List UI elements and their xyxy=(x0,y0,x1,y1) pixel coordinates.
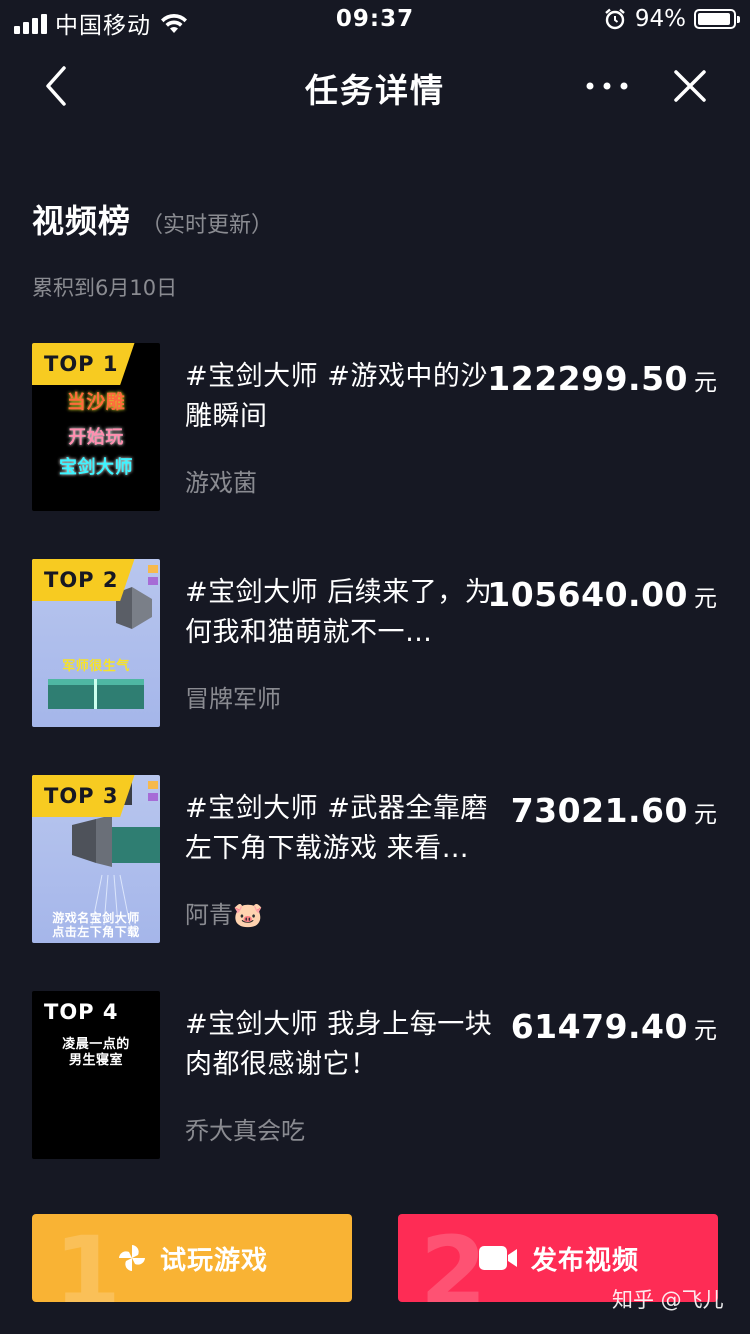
amount-unit: 元 xyxy=(694,802,717,828)
rank-badge: TOP 2 xyxy=(32,559,135,601)
video-thumbnail[interactable]: 游戏名宝剑大师 点击左下角下载 TOP 3 xyxy=(32,775,160,943)
nav-bar: 任务详情 xyxy=(0,44,750,128)
amount-value: 105640.00 xyxy=(487,575,688,614)
rank-badge: TOP 3 xyxy=(32,775,135,817)
page-title: 任务详情 xyxy=(305,71,445,110)
video-title: #宝剑大师 后续来了，为何我和猫萌就不一… xyxy=(185,577,493,648)
video-title: #宝剑大师 我身上每一块肉都很感谢它！ xyxy=(185,1009,493,1080)
earnings-amount: 73021.60 元 xyxy=(511,791,717,830)
video-thumbnail[interactable]: 军师很生气 TOP 2 xyxy=(32,559,160,727)
amount-unit: 元 xyxy=(694,586,717,612)
amount-value: 122299.50 xyxy=(487,359,688,398)
video-thumbnail[interactable]: 当沙雕 开始玩 宝剑大师 TOP 1 xyxy=(32,343,160,511)
amount-unit: 元 xyxy=(694,370,717,396)
status-right: 94% xyxy=(603,6,740,32)
thumb-caption: 宝剑大师 xyxy=(59,457,133,478)
section-header: 视频榜 （实时更新） xyxy=(32,196,273,242)
earnings-amount: 61479.40 元 xyxy=(511,1007,717,1046)
thumb-caption: 点击左下角下载 xyxy=(52,925,140,939)
post-video-label: 发布视频 xyxy=(530,1245,639,1276)
video-author: 乔大真会吃 xyxy=(185,1117,305,1145)
video-ranking-list: 当沙雕 开始玩 宝剑大师 TOP 1 #宝剑大师 #游戏中的沙雕瞬间 游戏菌 1… xyxy=(0,343,750,1207)
date-note: 累积到6月10日 xyxy=(32,276,178,300)
more-icon[interactable] xyxy=(582,68,632,104)
thumb-caption: 当沙雕 xyxy=(66,391,126,413)
rank-badge: TOP 1 xyxy=(32,343,135,385)
thumb-caption: 男生寝室 xyxy=(68,1053,123,1068)
video-camera-icon xyxy=(478,1246,517,1270)
video-author: 游戏菌 xyxy=(185,469,257,497)
try-game-button[interactable]: 1 试玩游戏 xyxy=(32,1214,352,1302)
rank-badge: TOP 4 xyxy=(44,1000,119,1024)
earnings-amount: 105640.00 元 xyxy=(487,575,717,614)
video-thumbnail[interactable]: 凌晨一点的 男生寝室 TOP 4 xyxy=(32,991,160,1159)
earnings-amount: 122299.50 元 xyxy=(487,359,717,398)
battery-icon xyxy=(694,9,740,29)
watermark-text: 知乎 @飞儿 xyxy=(612,1288,724,1312)
battery-fill xyxy=(698,13,730,25)
video-author: 阿青🐷 xyxy=(185,901,263,929)
video-author: 冒牌军师 xyxy=(185,685,281,713)
video-title: #宝剑大师 #武器全靠磨左下角下载游戏 来看… xyxy=(185,793,488,864)
close-icon[interactable] xyxy=(668,62,712,110)
amount-unit: 元 xyxy=(694,1018,717,1044)
battery-percent: 94% xyxy=(634,6,686,32)
list-item[interactable]: 凌晨一点的 男生寝室 TOP 4 #宝剑大师 我身上每一块肉都很感谢它！ 乔大真… xyxy=(0,991,750,1207)
alarm-icon xyxy=(605,8,625,30)
section-subtitle: （实时更新） xyxy=(141,213,274,238)
amount-value: 61479.40 xyxy=(510,1007,688,1046)
video-title: #宝剑大师 #游戏中的沙雕瞬间 xyxy=(185,361,488,432)
section-title: 视频榜 xyxy=(32,202,132,240)
status-bar: 中国移动 09:37 94% xyxy=(0,0,750,40)
list-item[interactable]: 游戏名宝剑大师 点击左下角下载 TOP 3 #宝剑大师 #武器全靠磨左下角下载游… xyxy=(0,775,750,991)
list-item[interactable]: 军师很生气 TOP 2 #宝剑大师 后续来了，为何我和猫萌就不一… 冒牌军师 1… xyxy=(0,559,750,775)
thumb-caption: 开始玩 xyxy=(68,427,124,448)
amount-value: 73021.60 xyxy=(510,791,688,830)
task-detail-page: 中国移动 09:37 94% 任务详情 视频榜 （实时更新） 累积到6月10日 … xyxy=(0,0,750,1334)
thumb-caption: 军师很生气 xyxy=(62,659,130,674)
try-game-label: 试玩游戏 xyxy=(159,1245,268,1276)
pinwheel-icon xyxy=(118,1245,145,1271)
step-number: 1 xyxy=(54,1216,121,1302)
list-item[interactable]: 当沙雕 开始玩 宝剑大师 TOP 1 #宝剑大师 #游戏中的沙雕瞬间 游戏菌 1… xyxy=(0,343,750,559)
